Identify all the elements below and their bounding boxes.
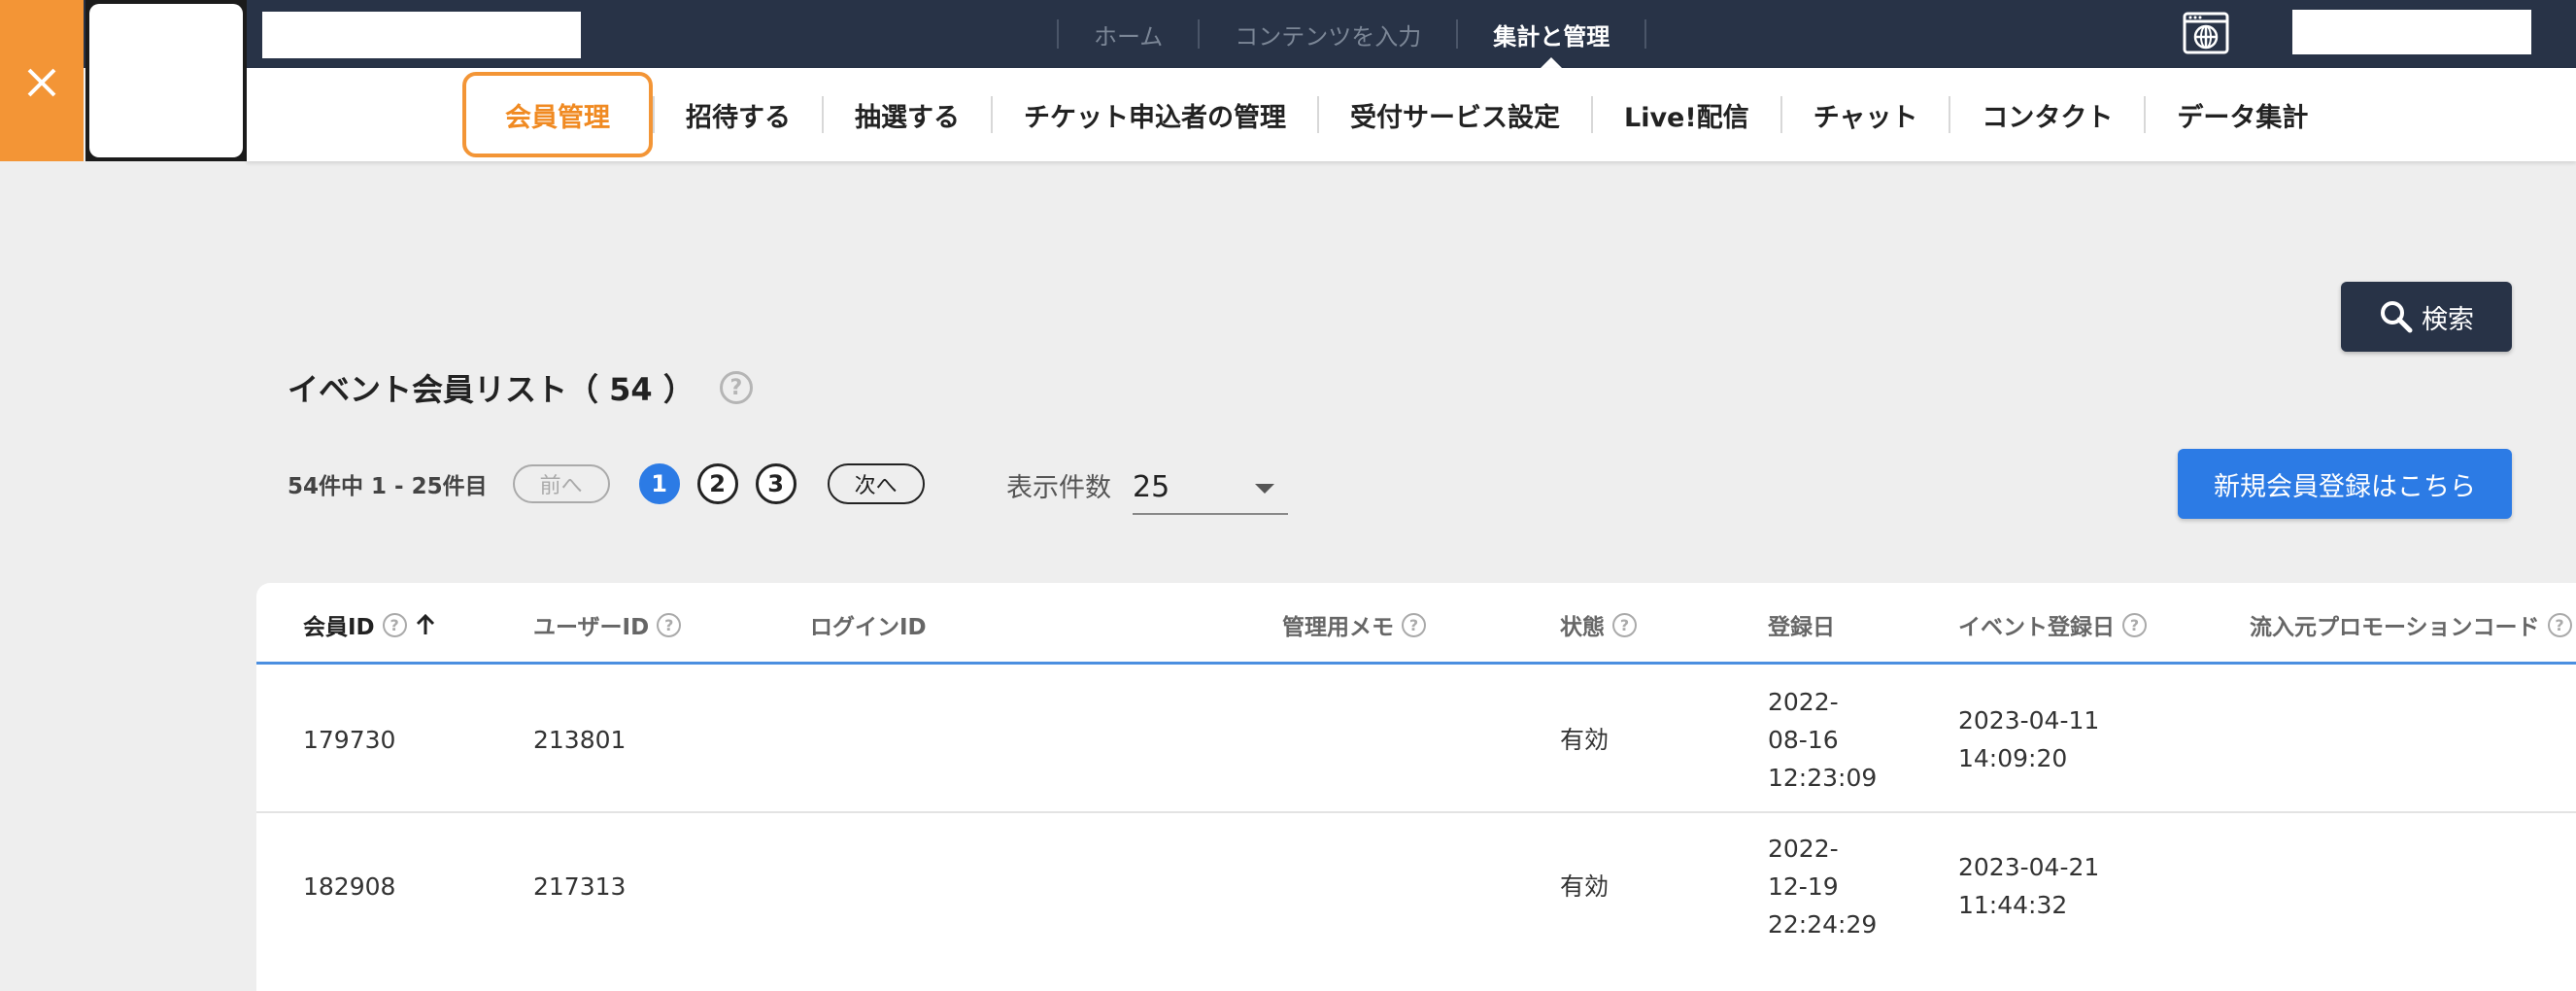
cell-event-registered: 2023-04-21 11:44:32 <box>1958 848 2099 924</box>
top-bar: ホーム コンテンツを入力 集計と管理 <box>0 0 2576 69</box>
column-header-label: 流入元プロモーションコード <box>2250 615 2540 640</box>
cell-user-id: 213801 <box>533 726 627 754</box>
pagination: 54件中 1 - 25件目 前へ 1 2 3 次へ <box>288 461 925 507</box>
page-title: イベント会員リスト（ 54 ） ? <box>288 365 753 410</box>
table-row[interactable]: 179730 213801 有効 2022- 08-16 12:23:09 20… <box>256 667 2576 813</box>
globe-browser-icon[interactable] <box>2182 10 2230 56</box>
arrow-up-icon[interactable] <box>415 613 436 636</box>
page-button-3[interactable]: 3 <box>755 463 797 504</box>
top-nav: ホーム コンテンツを入力 集計と管理 <box>1057 0 1647 69</box>
help-icon[interactable]: ? <box>1612 612 1637 637</box>
column-header-status[interactable]: 状態 ? <box>1560 608 1637 641</box>
help-icon[interactable]: ? <box>2122 612 2147 637</box>
cell-registered: 2022- 12-19 22:24:29 <box>1768 830 1877 943</box>
cell-registered-line: 08-16 <box>1768 726 1839 754</box>
help-icon[interactable]: ? <box>382 612 407 637</box>
column-header-login-id[interactable]: ログインID <box>810 608 927 641</box>
help-icon[interactable]: ? <box>719 371 753 404</box>
top-nav-content-input[interactable]: コンテンツを入力 <box>1200 0 1456 68</box>
cell-registered-line: 2022- <box>1768 688 1839 716</box>
cell-member-id: 182908 <box>303 872 396 901</box>
per-page-label: 表示件数 <box>1006 473 1111 503</box>
search-button-label: 検索 <box>2422 304 2474 335</box>
column-header-user-id[interactable]: ユーザーID ? <box>533 608 682 641</box>
next-page-button[interactable]: 次へ <box>827 463 925 504</box>
per-page-control: 表示件数 25 <box>1006 462 1288 515</box>
sub-nav: 会員管理 招待する 抽選する チケット申込者の管理 受付サービス設定 Live!… <box>247 68 2576 161</box>
chevron-down-icon <box>1255 484 1274 494</box>
search-icon <box>2381 301 2413 333</box>
tab-lottery[interactable]: 抽選する <box>824 92 991 137</box>
column-header-label: ログインID <box>810 615 927 640</box>
top-nav-divider <box>1644 19 1647 49</box>
cell-event-registered-line: 2023-04-21 <box>1958 853 2100 881</box>
cell-registered: 2022- 08-16 12:23:09 <box>1768 683 1877 797</box>
tab-ticket-applicants[interactable]: チケット申込者の管理 <box>993 92 1317 137</box>
tab-data-aggregation[interactable]: データ集計 <box>2146 92 2339 137</box>
member-table: 会員ID ? ユーザーID ? ログインID 管理用メモ ? 状態 ? 登録日 … <box>256 583 2576 991</box>
close-button[interactable] <box>0 0 84 161</box>
prev-page-button[interactable]: 前へ <box>512 464 610 503</box>
tab-chat[interactable]: チャット <box>1782 92 1949 137</box>
user-account-box[interactable] <box>2292 10 2531 54</box>
top-nav-aggregate-manage[interactable]: 集計と管理 <box>1458 0 1644 69</box>
cell-status: 有効 <box>1560 726 1610 754</box>
column-header-member-id[interactable]: 会員ID ? <box>303 608 436 641</box>
column-header-registered[interactable]: 登録日 <box>1768 608 1835 641</box>
column-header-label: 管理用メモ <box>1282 615 1394 640</box>
column-header-memo[interactable]: 管理用メモ ? <box>1282 608 1426 641</box>
cell-status: 有効 <box>1560 872 1610 901</box>
logo[interactable] <box>85 0 247 161</box>
help-icon[interactable]: ? <box>2547 612 2572 637</box>
help-icon[interactable]: ? <box>1402 612 1426 637</box>
table-header: 会員ID ? ユーザーID ? ログインID 管理用メモ ? 状態 ? 登録日 … <box>256 583 2576 665</box>
cell-event-registered-line: 2023-04-11 <box>1958 706 2100 735</box>
cell-event-registered-line: 11:44:32 <box>1958 891 2068 919</box>
top-nav-home[interactable]: ホーム <box>1059 0 1198 68</box>
cell-event-registered: 2023-04-11 14:09:20 <box>1958 701 2099 777</box>
column-header-event-registered[interactable]: イベント登録日 ? <box>1958 608 2147 641</box>
tab-contact[interactable]: コンタクト <box>1950 92 2144 137</box>
cell-user-id: 217313 <box>533 872 627 901</box>
tab-live-streaming[interactable]: Live!配信 <box>1593 92 1780 137</box>
project-name-field[interactable] <box>262 12 581 58</box>
per-page-select[interactable]: 25 <box>1133 462 1288 515</box>
column-header-label: 登録日 <box>1768 615 1835 640</box>
column-header-label: 会員ID <box>303 615 375 640</box>
column-header-label: 状態 <box>1560 615 1605 640</box>
register-member-button[interactable]: 新規会員登録はこちら <box>2178 449 2512 519</box>
table-row[interactable]: 182908 217313 有効 2022- 12-19 22:24:29 20… <box>256 813 2576 991</box>
page-button-2[interactable]: 2 <box>696 463 738 504</box>
tab-member-management[interactable]: 会員管理 <box>462 72 653 157</box>
sub-nav-menu: 会員管理 招待する 抽選する チケット申込者の管理 受付サービス設定 Live!… <box>462 68 2339 161</box>
column-header-label: イベント登録日 <box>1958 615 2115 640</box>
column-header-label: ユーザーID <box>533 615 650 640</box>
search-button[interactable]: 検索 <box>2341 282 2512 352</box>
close-icon <box>27 68 56 97</box>
help-icon[interactable]: ? <box>657 612 682 637</box>
cell-registered-line: 12:23:09 <box>1768 764 1878 792</box>
cell-registered-line: 12-19 <box>1768 872 1839 901</box>
cell-registered-line: 2022- <box>1768 835 1839 863</box>
page-button-1[interactable]: 1 <box>638 463 680 504</box>
tab-invite[interactable]: 招待する <box>655 92 822 137</box>
cell-registered-line: 22:24:29 <box>1768 910 1878 939</box>
page-title-text: イベント会員リスト（ 54 ） <box>288 371 695 408</box>
tab-reception-settings[interactable]: 受付サービス設定 <box>1319 92 1591 137</box>
cell-member-id: 179730 <box>303 726 396 754</box>
column-header-promo-code[interactable]: 流入元プロモーションコード ? <box>2250 608 2572 641</box>
cell-event-registered-line: 14:09:20 <box>1958 744 2068 772</box>
pagination-summary: 54件中 1 - 25件目 <box>288 474 488 499</box>
per-page-value: 25 <box>1133 470 1170 504</box>
